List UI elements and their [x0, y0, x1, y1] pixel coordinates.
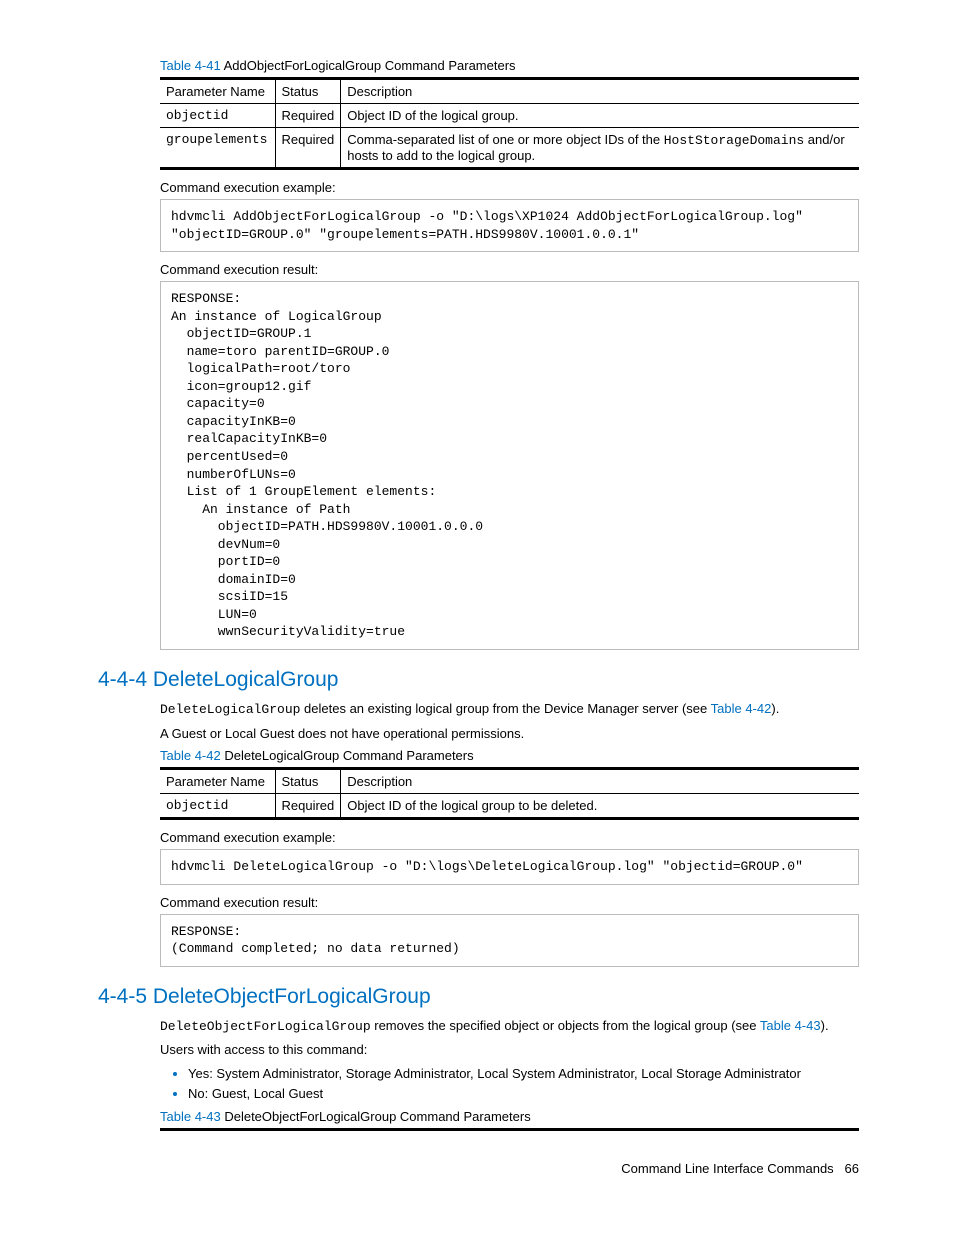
- list-item: Yes: System Administrator, Storage Admin…: [188, 1065, 859, 1083]
- xref-table-4-42[interactable]: Table 4-42: [711, 701, 772, 716]
- cell-desc: Comma-separated list of one or more obje…: [341, 128, 859, 169]
- table-caption-4-43: Table 4-43 DeleteObjectForLogicalGroup C…: [160, 1109, 859, 1124]
- table-header-row: Parameter Name Status Description: [160, 79, 859, 104]
- cell-param: objectid: [160, 104, 275, 128]
- section-body: DeleteLogicalGroup deletes an existing l…: [160, 700, 859, 719]
- cell-status: Required: [275, 104, 341, 128]
- table-row: objectid Required Object ID of the logic…: [160, 104, 859, 128]
- section-body: DeleteObjectForLogicalGroup removes the …: [160, 1017, 859, 1036]
- code-block-add-example: hdvmcli AddObjectForLogicalGroup -o "D:\…: [160, 199, 859, 252]
- table-title: DeleteObjectForLogicalGroup Command Para…: [221, 1109, 531, 1124]
- table-top-border: [160, 1128, 859, 1131]
- cell-desc: Object ID of the logical group.: [341, 104, 859, 128]
- header-desc: Description: [341, 79, 859, 104]
- cell-status: Required: [275, 128, 341, 169]
- xref-table-4-43[interactable]: Table 4-43: [760, 1018, 821, 1033]
- cell-param: objectid: [160, 794, 275, 819]
- page-number: 66: [845, 1161, 859, 1176]
- table-row: objectid Required Object ID of the logic…: [160, 794, 859, 819]
- code-block-add-result: RESPONSE: An instance of LogicalGroup ob…: [160, 281, 859, 650]
- table-row: groupelements Required Comma-separated l…: [160, 128, 859, 169]
- header-desc: Description: [341, 769, 859, 794]
- header-param: Parameter Name: [160, 79, 275, 104]
- section-heading-4-4-5: 4-4-5 DeleteObjectForLogicalGroup: [98, 985, 859, 1009]
- section-body: Users with access to this command:: [160, 1041, 859, 1059]
- table-4-42: Parameter Name Status Description object…: [160, 767, 859, 820]
- header-param: Parameter Name: [160, 769, 275, 794]
- section-heading-4-4-4: 4-4-4 DeleteLogicalGroup: [98, 668, 859, 692]
- section-body: A Guest or Local Guest does not have ope…: [160, 725, 859, 743]
- table-title: AddObjectForLogicalGroup Command Paramet…: [221, 58, 516, 73]
- exec-result-label: Command execution result:: [160, 895, 859, 910]
- exec-example-label: Command execution example:: [160, 180, 859, 195]
- cell-status: Required: [275, 794, 341, 819]
- table-number: Table 4-42: [160, 748, 221, 763]
- exec-result-label: Command execution result:: [160, 262, 859, 277]
- table-header-row: Parameter Name Status Description: [160, 769, 859, 794]
- code-block-delete-result: RESPONSE: (Command completed; no data re…: [160, 914, 859, 967]
- cell-desc: Object ID of the logical group to be del…: [341, 794, 859, 819]
- code-block-delete-example: hdvmcli DeleteLogicalGroup -o "D:\logs\D…: [160, 849, 859, 885]
- list-item: No: Guest, Local Guest: [188, 1085, 859, 1103]
- table-4-41: Parameter Name Status Description object…: [160, 77, 859, 170]
- header-status: Status: [275, 769, 341, 794]
- page-footer: Command Line Interface Commands 66: [98, 1161, 859, 1176]
- header-status: Status: [275, 79, 341, 104]
- table-number: Table 4-41: [160, 58, 221, 73]
- table-number: Table 4-43: [160, 1109, 221, 1124]
- table-caption-4-41: Table 4-41 AddObjectForLogicalGroup Comm…: [160, 58, 859, 73]
- access-list: Yes: System Administrator, Storage Admin…: [160, 1065, 859, 1103]
- exec-example-label: Command execution example:: [160, 830, 859, 845]
- cell-param: groupelements: [160, 128, 275, 169]
- table-title: DeleteLogicalGroup Command Parameters: [221, 748, 474, 763]
- table-caption-4-42: Table 4-42 DeleteLogicalGroup Command Pa…: [160, 748, 859, 763]
